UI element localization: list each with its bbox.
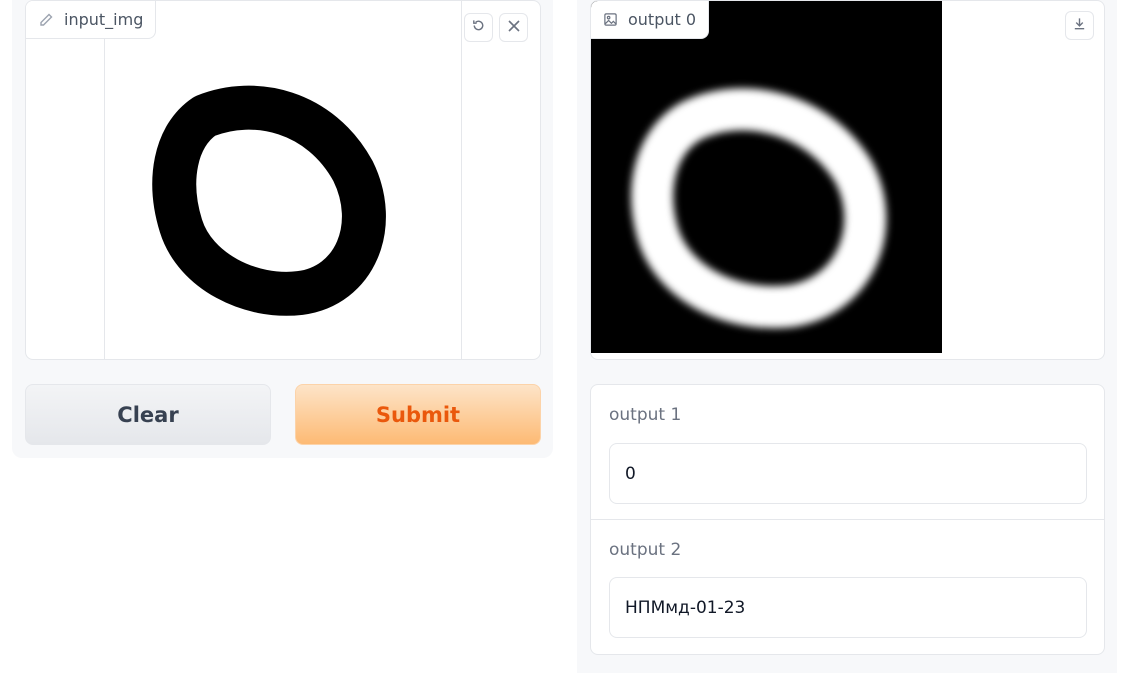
drawing-canvas[interactable] [104, 1, 462, 359]
output0-label-text: output 0 [628, 10, 697, 29]
output0-label-tag: output 0 [591, 1, 710, 39]
output-image [591, 1, 942, 353]
image-icon [603, 12, 618, 27]
input-label-text: input_img [64, 10, 144, 29]
sketchpad-panel: input_img [25, 0, 541, 360]
clear-canvas-button[interactable] [499, 13, 528, 42]
output1-label: output 1 [609, 405, 682, 425]
output2-label: output 2 [609, 540, 682, 560]
submit-button[interactable]: Submit [295, 384, 541, 445]
clear-button[interactable]: Clear [25, 384, 271, 445]
output-divider [591, 519, 1104, 520]
output-image-panel: output 0 [590, 0, 1105, 360]
pencil-icon [38, 12, 54, 28]
output2-textbox[interactable]: НПМмд-01-23 [609, 577, 1087, 638]
download-icon [1072, 16, 1087, 35]
close-icon [507, 18, 521, 37]
undo-icon [471, 18, 486, 37]
download-button[interactable] [1065, 11, 1094, 40]
output1-textbox[interactable]: 0 [609, 443, 1087, 504]
text-outputs-panel: output 1 0 output 2 НПМмд-01-23 [590, 384, 1105, 655]
undo-button[interactable] [464, 13, 493, 42]
input-label-tag: input_img [26, 1, 157, 39]
